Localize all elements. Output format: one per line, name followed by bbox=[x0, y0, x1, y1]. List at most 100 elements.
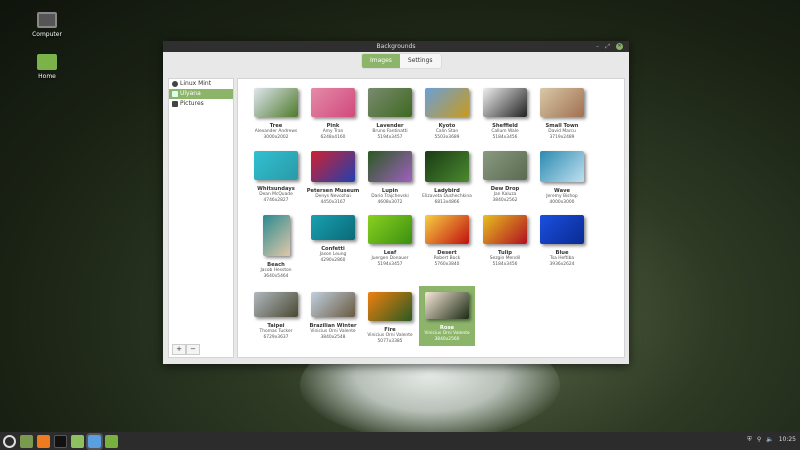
background-item[interactable]: Small Town David Marcu 3719x2489 bbox=[534, 86, 590, 141]
background-item[interactable]: Lupin Dario Trajchevski 4608x3072 bbox=[362, 149, 418, 206]
background-thumbnail bbox=[254, 151, 298, 180]
terminal-icon[interactable] bbox=[54, 434, 67, 448]
backgrounds-app-icon[interactable] bbox=[86, 432, 103, 450]
background-item[interactable]: Leaf Juergen Donauer 5194x3457 bbox=[362, 213, 418, 268]
background-thumbnail bbox=[254, 292, 298, 317]
background-resolution: 5077x3385 bbox=[377, 339, 403, 344]
background-resolution: 6729x3637 bbox=[263, 335, 289, 340]
background-thumbnail bbox=[368, 151, 412, 182]
camera-icon bbox=[172, 101, 178, 107]
background-resolution: 3840x2548 bbox=[320, 335, 346, 340]
background-item[interactable]: Lavender Bruno Fantinatti 5194x3457 bbox=[362, 86, 418, 141]
sidebar-item-pictures[interactable]: Pictures bbox=[169, 99, 233, 109]
background-resolution: 4746x2827 bbox=[263, 198, 289, 203]
sidebar-item-ulyana[interactable]: Ulyana bbox=[169, 89, 233, 99]
background-item[interactable]: Fire Vinicius Orni Valente 5077x3385 bbox=[362, 290, 418, 345]
background-thumbnail bbox=[483, 88, 527, 117]
background-resolution: 5760x3840 bbox=[434, 262, 460, 267]
shield-icon[interactable]: ⛨ bbox=[747, 436, 752, 444]
background-thumbnail bbox=[368, 88, 412, 117]
background-item[interactable]: Beach Jacob Hesston 3640x5464 bbox=[248, 213, 304, 280]
background-item[interactable]: Tulip Sezgin Mendil 5184x3456 bbox=[477, 213, 533, 268]
monitor-icon bbox=[172, 91, 178, 97]
folder-icon bbox=[37, 54, 57, 70]
background-thumbnail bbox=[540, 151, 584, 182]
background-thumbnail bbox=[311, 292, 355, 317]
tab-images[interactable]: Images bbox=[362, 54, 400, 68]
background-resolution: 3936x2624 bbox=[549, 262, 575, 267]
background-resolution: 3840x2560 bbox=[434, 337, 460, 342]
background-resolution: 5194x3457 bbox=[377, 262, 403, 267]
background-thumbnail bbox=[540, 88, 584, 117]
background-resolution: 3640x5464 bbox=[263, 274, 289, 279]
system-tray: ⛨ ⚲ 🔈 10:25 bbox=[747, 436, 796, 444]
desktop-icon-computer[interactable]: Computer bbox=[17, 12, 77, 38]
background-item[interactable]: Desert Robert Bock 5760x3840 bbox=[419, 213, 475, 268]
maximize-button[interactable]: ⤢ bbox=[605, 41, 610, 52]
title-bar[interactable]: Backgrounds – ⤢ ✕ bbox=[163, 41, 629, 52]
background-thumbnail bbox=[540, 215, 584, 244]
linux-mint-icon bbox=[172, 81, 178, 87]
background-item[interactable]: Wave Jeremy Bishop 4000x3000 bbox=[534, 149, 590, 206]
background-resolution: 6813x4866 bbox=[434, 200, 460, 205]
background-thumbnail bbox=[483, 151, 527, 180]
show-desktop-icon[interactable] bbox=[20, 434, 33, 448]
sidebar-item-label: Linux Mint bbox=[180, 80, 212, 87]
network-icon[interactable]: ⚲ bbox=[757, 436, 761, 444]
minimize-button[interactable]: – bbox=[596, 41, 599, 52]
background-resolution: 3719x2489 bbox=[549, 135, 575, 140]
background-item[interactable]: Tree Alexander Andrews 3000x2002 bbox=[248, 86, 304, 141]
computer-icon bbox=[37, 12, 57, 28]
mint-update-icon[interactable] bbox=[105, 434, 118, 448]
background-resolution: 4450x3167 bbox=[320, 200, 346, 205]
background-item[interactable]: Petersen Museum Denys Nevozhai 4450x3167 bbox=[305, 149, 361, 206]
desktop-icon-home[interactable]: Home bbox=[17, 54, 77, 80]
background-thumbnail bbox=[254, 88, 298, 117]
background-item[interactable]: Dew Drop Jan Kaluza 3840x2562 bbox=[477, 149, 533, 204]
background-thumbnail bbox=[311, 215, 355, 240]
close-button[interactable]: ✕ bbox=[616, 43, 623, 50]
sidebar: Linux Mint Ulyana Pictures + − bbox=[168, 78, 234, 358]
background-item[interactable]: Blue Tsa Heftiba 3936x2624 bbox=[534, 213, 590, 268]
background-resolution: 6248x4160 bbox=[320, 135, 346, 140]
tab-settings[interactable]: Settings bbox=[399, 54, 441, 68]
background-item[interactable]: Ladybird Elizaveta Dushechkina 6813x4866 bbox=[419, 149, 475, 206]
background-item[interactable]: Brazilian Winter Vinicius Orni Valente 3… bbox=[305, 290, 361, 341]
desktop-icon-label: Computer bbox=[32, 31, 62, 38]
window-title: Backgrounds bbox=[376, 43, 416, 50]
background-thumbnail bbox=[368, 292, 412, 321]
backgrounds-window: Backgrounds – ⤢ ✕ Images Settings Linux … bbox=[163, 41, 629, 364]
tab-bar: Images Settings bbox=[362, 54, 441, 68]
background-thumbnail bbox=[311, 88, 355, 117]
volume-icon[interactable]: 🔈 bbox=[766, 436, 773, 444]
background-item[interactable]: Whitsundays Dean McQuade 4746x2827 bbox=[248, 149, 304, 204]
background-thumbnail bbox=[311, 151, 355, 182]
background-thumbnail bbox=[368, 215, 412, 244]
remove-folder-button[interactable]: − bbox=[186, 344, 200, 355]
background-item[interactable]: Confetti Jason Leung 4290x2860 bbox=[305, 213, 361, 264]
background-item[interactable]: Rose Vinicius Orni Valente 3840x2560 bbox=[419, 286, 475, 346]
background-item[interactable]: Sheffield Callum Wale 5184x3456 bbox=[477, 86, 533, 141]
firefox-icon[interactable] bbox=[37, 434, 50, 448]
background-resolution: 5194x3457 bbox=[377, 135, 403, 140]
sidebar-item-label: Ulyana bbox=[180, 90, 201, 97]
desktop-icon-label: Home bbox=[38, 73, 56, 80]
background-thumbnail bbox=[425, 88, 469, 117]
background-item[interactable]: Kyoto Calin Stan 5503x3689 bbox=[419, 86, 475, 141]
background-thumbnail bbox=[425, 292, 469, 319]
background-resolution: 3000x2002 bbox=[263, 135, 289, 140]
background-thumbnail bbox=[262, 215, 290, 256]
background-thumbnail bbox=[425, 151, 469, 182]
taskbar bbox=[0, 432, 800, 450]
background-thumbnail bbox=[425, 215, 469, 244]
menu-icon[interactable] bbox=[3, 434, 16, 448]
clock[interactable]: 10:25 bbox=[779, 436, 796, 444]
background-resolution: 3840x2562 bbox=[492, 198, 518, 203]
background-resolution: 4608x3072 bbox=[377, 200, 403, 205]
add-folder-button[interactable]: + bbox=[172, 344, 186, 355]
background-resolution: 5184x3456 bbox=[492, 135, 518, 140]
sidebar-item-linux-mint[interactable]: Linux Mint bbox=[169, 79, 233, 89]
files-icon[interactable] bbox=[71, 434, 84, 448]
background-item[interactable]: Taipei Thomas Tucker 6729x3637 bbox=[248, 290, 304, 341]
background-item[interactable]: Pink Amy Tran 6248x4160 bbox=[305, 86, 361, 141]
